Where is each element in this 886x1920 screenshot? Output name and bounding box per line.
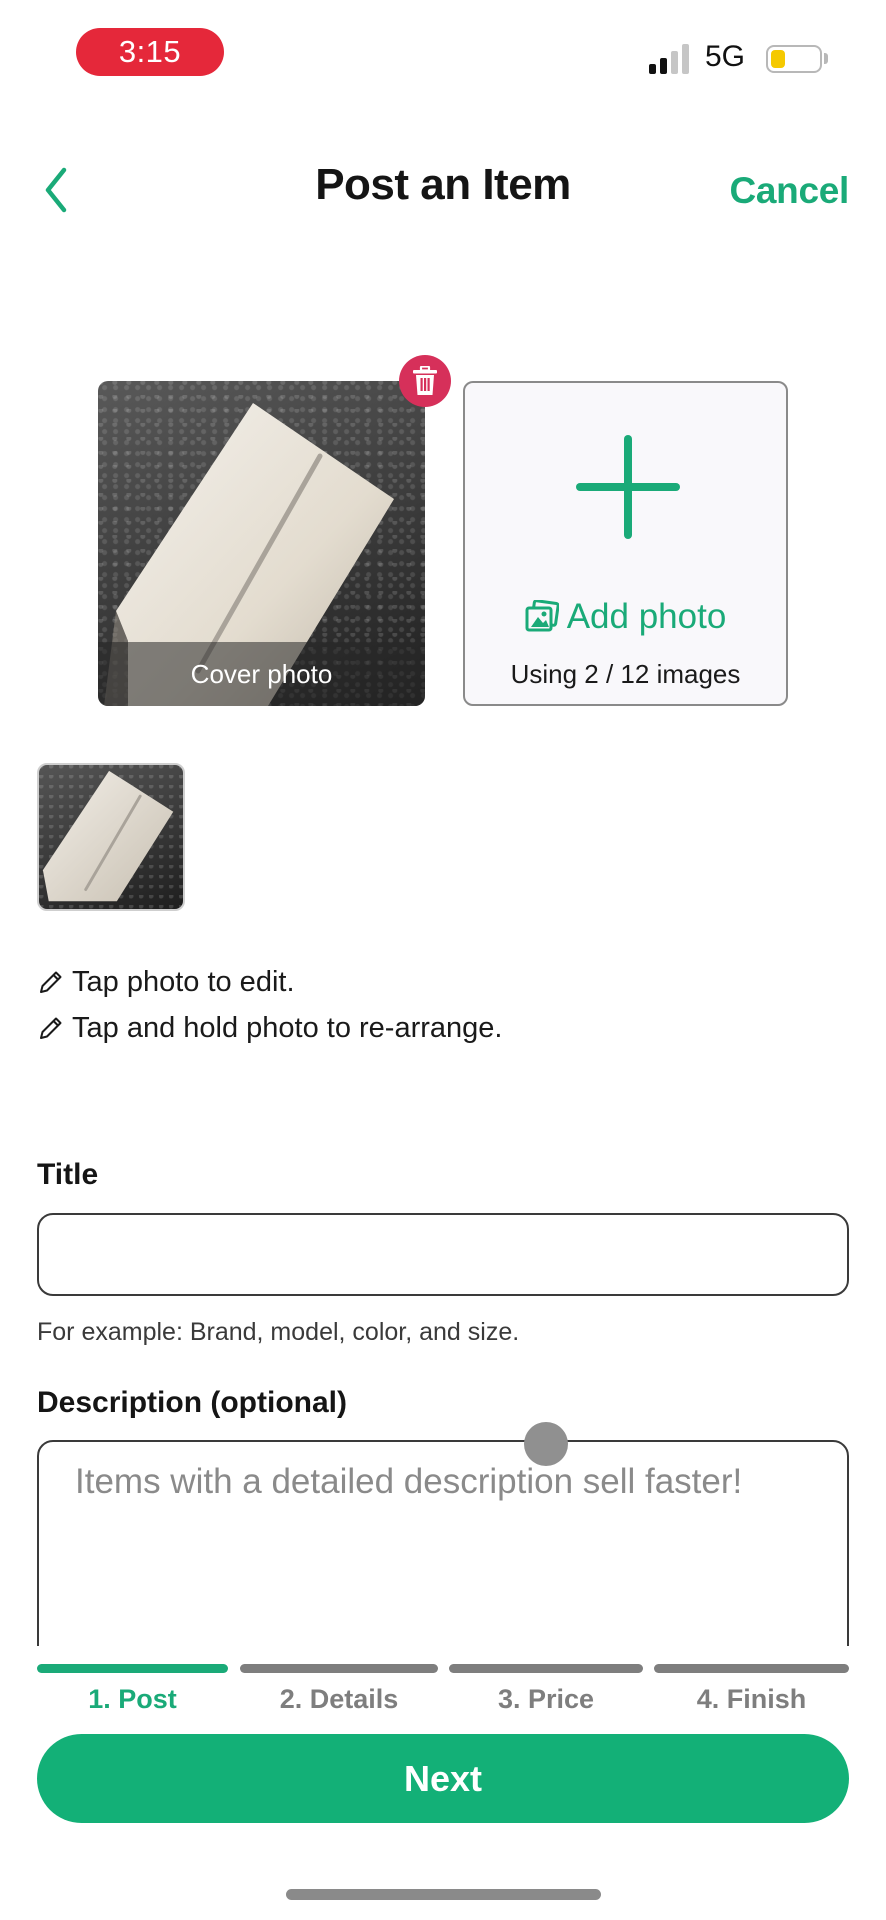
step-progress-details (240, 1664, 438, 1673)
plus-icon-horizontal (576, 483, 680, 491)
thumbnail-image (42, 770, 174, 902)
add-photo-label: Add photo (566, 597, 727, 636)
step-label-finish: 4. Finish (696, 1684, 807, 1714)
description-field-container (37, 1440, 849, 1646)
step-progress-finish (654, 1664, 849, 1673)
title-input[interactable] (37, 1213, 849, 1296)
cancel-button[interactable]: Cancel (729, 170, 849, 212)
delete-photo-button[interactable] (399, 355, 451, 407)
step-label-details: 2. Details (279, 1684, 399, 1714)
cellular-signal-icon (649, 44, 689, 74)
cover-photo-caption: Cover photo (98, 642, 425, 706)
description-label: Description (optional) (37, 1386, 347, 1419)
description-input[interactable] (37, 1440, 849, 1646)
network-type: 5G (705, 40, 746, 73)
add-photo-button[interactable]: Add photo Using 2 / 12 images (463, 381, 788, 706)
scroll-handle[interactable] (524, 1422, 568, 1466)
step-label-post: 1. Post (88, 1684, 177, 1714)
step-progress-post (37, 1664, 228, 1673)
title-label: Title (37, 1158, 99, 1191)
hint-rearrange-text: Tap and hold photo to re-arrange. (72, 1012, 503, 1044)
image-usage-count: Using 2 / 12 images (510, 659, 741, 689)
pencil-icon (40, 971, 62, 993)
hint-edit-text: Tap photo to edit. (72, 966, 295, 998)
add-photo-label-row: Add photo (465, 597, 786, 637)
step-label-price: 3. Price (497, 1684, 595, 1714)
home-indicator[interactable] (286, 1889, 601, 1900)
battery-level (771, 50, 785, 68)
battery-icon (766, 45, 822, 73)
battery-tip (824, 53, 828, 64)
status-time: 3:15 (76, 28, 224, 76)
photo-thumbnail[interactable] (37, 763, 185, 911)
hint-rearrange: Tap and hold photo to re-arrange. (36, 1012, 502, 1045)
next-button[interactable]: Next (37, 1734, 849, 1823)
hint-edit: Tap photo to edit. (36, 966, 295, 999)
images-icon (525, 600, 559, 632)
cover-photo[interactable]: Cover photo (98, 381, 425, 706)
pencil-icon (40, 1017, 62, 1039)
title-helper-text: For example: Brand, model, color, and si… (37, 1318, 520, 1346)
trash-icon (413, 366, 437, 395)
step-progress-price (449, 1664, 643, 1673)
